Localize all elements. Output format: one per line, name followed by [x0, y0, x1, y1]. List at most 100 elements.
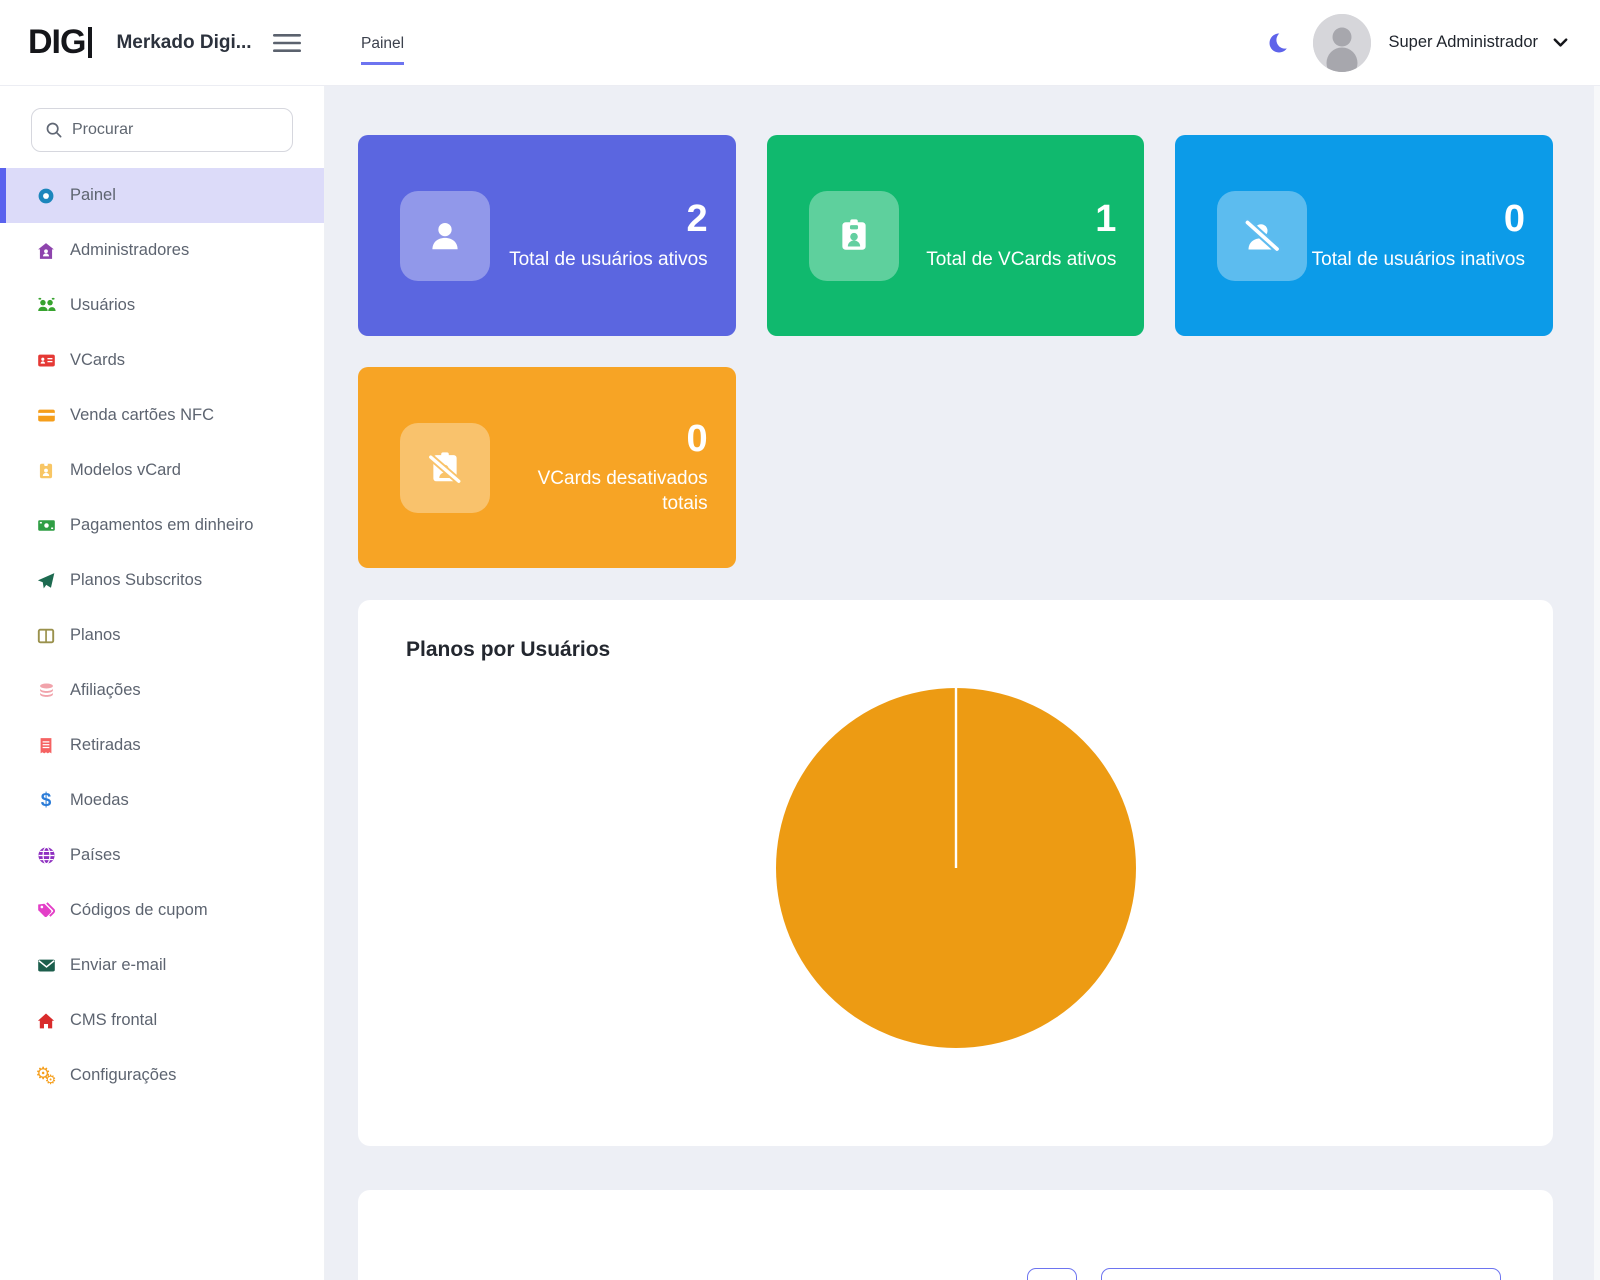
credit-card-icon	[36, 406, 56, 426]
sidebar-item-label: Venda cartões NFC	[70, 406, 214, 425]
sidebar-item-administradores[interactable]: Administradores	[0, 223, 324, 278]
stat-label: Total de VCards ativos	[926, 247, 1116, 272]
globe-icon	[36, 846, 56, 866]
search-input[interactable]	[72, 121, 279, 139]
chart-type-button[interactable]	[1027, 1268, 1077, 1280]
stat-card-total-de-usuarios-ativos: 2 Total de usuários ativos	[358, 135, 736, 336]
table-columns-icon	[36, 626, 56, 646]
id-badge-icon	[36, 461, 56, 481]
sidebar-item-label: CMS frontal	[70, 1011, 157, 1030]
search-icon	[45, 121, 63, 139]
workspace-name: Merkado Digi...	[116, 32, 251, 54]
income-card: Rendimento 9 de maio de 202	[358, 1190, 1553, 1280]
stat-text: 2 Total de usuários ativos	[509, 199, 708, 272]
home-user-icon	[36, 241, 56, 261]
sidebar-item-usuarios[interactable]: Usuários	[0, 278, 324, 333]
hamburger-icon	[272, 32, 302, 54]
sidebar-item-enviar-e-mail[interactable]: Enviar e-mail	[0, 938, 324, 993]
sidebar-item-label: Códigos de cupom	[70, 901, 208, 920]
receipt-icon	[36, 736, 56, 756]
users-icon	[36, 296, 56, 316]
topnav: Painel	[361, 0, 404, 85]
sidebar-item-afiliacoes[interactable]: Afiliações	[0, 663, 324, 718]
sidebar-item-label: Planos Subscritos	[70, 571, 202, 590]
stat-label: VCards desativados totais	[493, 466, 708, 516]
pie-chart-area	[406, 686, 1505, 1050]
home-icon	[36, 1011, 56, 1031]
sidebar-item-label: VCards	[70, 351, 125, 370]
avatar[interactable]	[1313, 14, 1371, 72]
sidebar-item-planos-subscritos[interactable]: Planos Subscritos	[0, 553, 324, 608]
logo-bar	[88, 27, 92, 58]
stat-value: 1	[926, 199, 1116, 241]
scrollbar-track[interactable]	[1594, 86, 1600, 1280]
sidebar-item-label: Pagamentos em dinheiro	[70, 516, 253, 535]
sidebar-item-paises[interactable]: Países	[0, 828, 324, 883]
sidebar-item-codigos-de-cupom[interactable]: Códigos de cupom	[0, 883, 324, 938]
app-logo: DIG	[28, 23, 92, 62]
stat-text: 0Total de usuários inativos	[1312, 199, 1525, 272]
coins-icon	[36, 681, 56, 701]
envelope-icon	[36, 956, 56, 976]
id-card-icon	[36, 351, 56, 371]
topbar: DIG Merkado Digi... Painel	[0, 0, 1600, 86]
sidebar-item-venda-cartoes-nfc[interactable]: Venda cartões NFC	[0, 388, 324, 443]
app-logo-text: DIG	[28, 23, 85, 62]
moon-icon	[1267, 30, 1293, 56]
date-range-button[interactable]: 9 de maio de 2024 - 15 de maio de 2024	[1101, 1268, 1501, 1280]
user-menu[interactable]: Super Administrador	[1389, 33, 1571, 52]
sidebar-item-label: Modelos vCard	[70, 461, 181, 480]
income-actions: 9 de maio de 2024 - 15 de maio de 2024	[1027, 1268, 1501, 1280]
id-badge-card-icon	[809, 191, 899, 281]
sidebar: Painel Administradores Usuários VCards Venda…	[0, 86, 325, 1280]
sidebar-item-label: Retiradas	[70, 736, 141, 755]
sidebar-item-label: Afiliações	[70, 681, 141, 700]
sidebar-item-label: Configurações	[70, 1066, 176, 1085]
sidebar-item-label: Países	[70, 846, 120, 865]
avatar-placeholder-icon	[1313, 14, 1371, 72]
sidebar-item-configuracoes[interactable]: ⚙⚙ Configurações	[0, 1048, 324, 1103]
dot-circle-icon	[36, 186, 56, 206]
sidebar-item-planos[interactable]: Planos	[0, 608, 324, 663]
sidebar-item-label: Painel	[70, 186, 116, 205]
sidebar-search[interactable]	[31, 108, 293, 152]
pie-card-title: Planos por Usuários	[406, 638, 1505, 662]
sidebar-item-cms-frontal[interactable]: CMS frontal	[0, 993, 324, 1048]
stat-card-total-de-usuarios-inativos: 0Total de usuários inativos	[1175, 135, 1553, 336]
tags-icon	[36, 901, 56, 921]
stat-value: 0	[1312, 199, 1525, 241]
stat-cards: 2 Total de usuários ativos 1 Total de VCard…	[358, 135, 1553, 568]
dark-mode-toggle[interactable]	[1267, 30, 1293, 56]
sidebar-item-retiradas[interactable]: Retiradas	[0, 718, 324, 773]
sidebar-item-moedas[interactable]: $ Moedas	[0, 773, 324, 828]
stat-text: 0 VCards desativados totais	[493, 419, 708, 517]
main-content: 2 Total de usuários ativos 1 Total de VCard…	[325, 86, 1600, 1280]
user-slash-icon	[1217, 191, 1307, 281]
chevron-down-icon	[1551, 33, 1570, 52]
sidebar-item-painel[interactable]: Painel	[0, 168, 324, 223]
stat-label: Total de usuários ativos	[509, 247, 708, 272]
cogs-icon: ⚙⚙	[36, 1066, 56, 1086]
sidebar-menu: Painel Administradores Usuários VCards Venda…	[0, 168, 324, 1103]
sidebar-toggle-button[interactable]	[272, 32, 302, 54]
tab-painel[interactable]: Painel	[361, 35, 404, 65]
plans-by-users-card: Planos por Usuários	[358, 600, 1553, 1146]
sidebar-item-vcards[interactable]: VCards	[0, 333, 324, 388]
sidebar-item-label: Moedas	[70, 791, 129, 810]
sidebar-item-pagamentos-em-dinheiro[interactable]: Pagamentos em dinheiro	[0, 498, 324, 553]
money-bill-icon	[36, 516, 56, 536]
stat-card-vcards-desativados-totais: 0 VCards desativados totais	[358, 367, 736, 568]
topbar-right: Super Administrador	[1267, 14, 1600, 72]
id-badge-slash-icon	[400, 423, 490, 513]
user-name: Super Administrador	[1389, 33, 1539, 52]
brand: DIG Merkado Digi...	[0, 23, 325, 62]
user-icon	[400, 191, 490, 281]
dollar-icon: $	[36, 791, 56, 811]
stat-value: 0	[493, 419, 708, 461]
stat-card-total-de-vcards-ativos: 1 Total de VCards ativos	[767, 135, 1145, 336]
paper-plane-icon	[36, 571, 56, 591]
stat-value: 2	[509, 199, 708, 241]
sidebar-item-label: Administradores	[70, 241, 189, 260]
sidebar-item-label: Planos	[70, 626, 120, 645]
sidebar-item-modelos-vcard[interactable]: Modelos vCard	[0, 443, 324, 498]
